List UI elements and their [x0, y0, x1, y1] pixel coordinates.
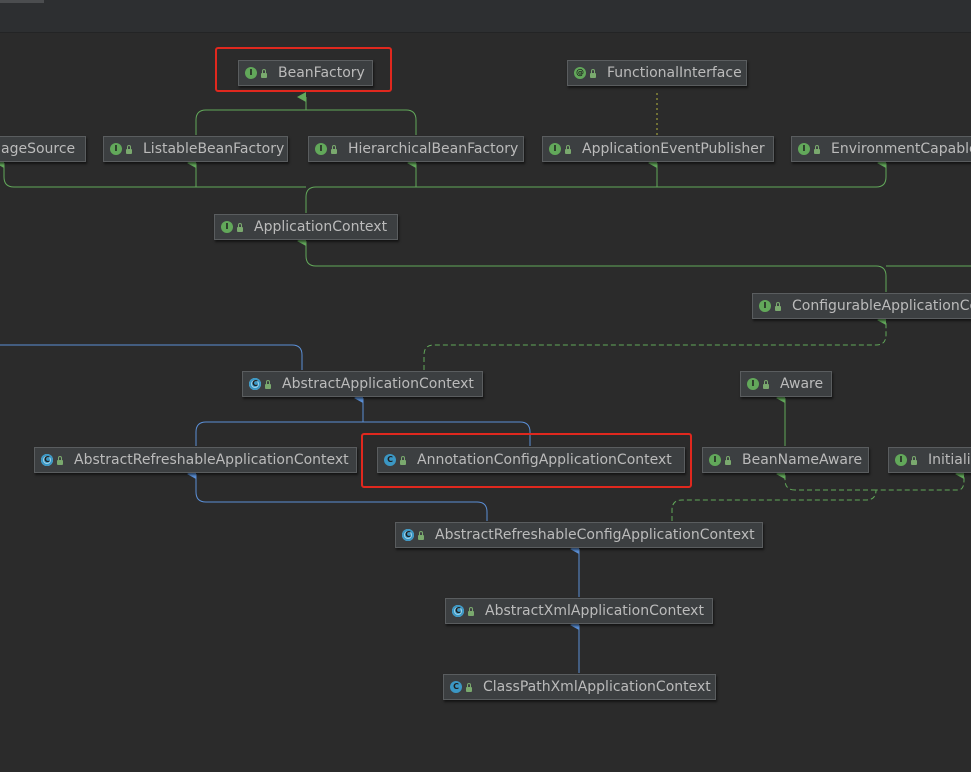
- node-label: ApplicationEventPublisher: [582, 141, 765, 157]
- lock-icon: [466, 682, 472, 692]
- highlight-box-beanfactory: [215, 47, 392, 92]
- interface-icon: I: [110, 143, 122, 155]
- annotation-icon: @: [574, 67, 586, 79]
- class-icon: C: [450, 681, 462, 693]
- node-label: Aware: [780, 376, 824, 392]
- interface-icon: I: [895, 454, 907, 466]
- edge-appcontext-bus: [305, 158, 887, 213]
- lock-icon: [468, 606, 474, 616]
- lock-icon: [763, 379, 769, 389]
- abstract-class-icon: C: [41, 454, 53, 466]
- functionalinterface-node[interactable]: @ FunctionalInterface: [567, 60, 747, 86]
- applicationcontext-node[interactable]: I ApplicationContext: [214, 214, 398, 240]
- lock-icon: [725, 455, 731, 465]
- abstractrefreshableapplicationcontext-node[interactable]: C AbstractRefreshableApplicationContext: [34, 447, 357, 473]
- lock-icon: [775, 301, 781, 311]
- environmentcapable-node[interactable]: I EnvironmentCapable: [791, 136, 971, 162]
- highlight-box-annotationconfig: [361, 433, 692, 488]
- edge-listable-beanfactory: [195, 92, 307, 135]
- node-label: AbstractXmlApplicationContext: [485, 603, 704, 619]
- lock-icon: [57, 455, 63, 465]
- interface-icon: I: [221, 221, 233, 233]
- edge-abstractappcontext-configurable: [423, 315, 887, 370]
- hierarchicalbeanfactory-node[interactable]: I HierarchicalBeanFactory: [308, 136, 524, 162]
- abstractxmlapplicationcontext-node[interactable]: C AbstractXmlApplicationContext: [445, 598, 713, 624]
- abstractrefreshableconfigapplicationcontext-node[interactable]: C AbstractRefreshableConfigApplicationCo…: [395, 522, 763, 548]
- lock-icon: [265, 379, 271, 389]
- node-label: ConfigurableApplicationCo: [792, 298, 971, 314]
- interface-icon: I: [315, 143, 327, 155]
- lock-icon: [331, 144, 337, 154]
- classpathxmlapplicationcontext-node[interactable]: C ClassPathXmlApplicationContext: [443, 674, 716, 700]
- lock-icon: [590, 68, 596, 78]
- lock-icon: [237, 222, 243, 232]
- node-label: ListableBeanFactory: [143, 141, 285, 157]
- node-label: HierarchicalBeanFactory: [348, 141, 519, 157]
- node-label: AbstractRefreshableApplicationContext: [74, 452, 349, 468]
- node-label: Initiali: [928, 452, 971, 468]
- interface-icon: I: [798, 143, 810, 155]
- edge-refreshable-abstractappcontext: [195, 393, 364, 446]
- applicationeventpublisher-node[interactable]: I ApplicationEventPublisher: [542, 136, 774, 162]
- lock-icon: [418, 530, 424, 540]
- node-label: AbstractRefreshableConfigApplicationCont…: [435, 527, 755, 543]
- abstract-class-icon: C: [249, 378, 261, 390]
- node-label: ageSource: [1, 141, 76, 157]
- node-label: AbstractApplicationContext: [282, 376, 474, 392]
- edge-hierarchical-beanfactory: [306, 109, 417, 135]
- abstractapplicationcontext-node[interactable]: C AbstractApplicationContext: [242, 371, 483, 397]
- listablebeanfactory-node[interactable]: I ListableBeanFactory: [103, 136, 288, 162]
- node-label: BeanNameAware: [742, 452, 863, 468]
- interface-icon: I: [759, 300, 771, 312]
- node-label: FunctionalInterface: [607, 65, 742, 81]
- node-label: EnvironmentCapable: [831, 141, 971, 157]
- aware-node[interactable]: I Aware: [740, 371, 832, 397]
- edge-configurable-appcontext: [297, 236, 887, 292]
- node-label: ClassPathXmlApplicationContext: [483, 679, 711, 695]
- abstract-class-icon: C: [402, 529, 414, 541]
- node-label: ApplicationContext: [254, 219, 388, 235]
- interface-icon: I: [549, 143, 561, 155]
- edge-abstractappcontext-left: [0, 344, 303, 370]
- initializingbean-node[interactable]: I Initiali: [888, 447, 971, 473]
- abstract-class-icon: C: [452, 605, 464, 617]
- lock-icon: [814, 144, 820, 154]
- lock-icon: [126, 144, 132, 154]
- configurableapplicationcontext-node[interactable]: I ConfigurableApplicationCo: [752, 293, 971, 319]
- lock-icon: [911, 455, 917, 465]
- lock-icon: [565, 144, 571, 154]
- edge-appcontext-messagesource: [0, 158, 306, 188]
- edge-refreshableconfig-beannameaware: [671, 469, 965, 521]
- messagesource-node[interactable]: ageSource: [0, 136, 86, 162]
- interface-icon: I: [747, 378, 759, 390]
- beannameaware-node[interactable]: I BeanNameAware: [702, 447, 869, 473]
- interface-icon: I: [709, 454, 721, 466]
- edge-refreshableconfig-beannameaware-b: [776, 469, 796, 491]
